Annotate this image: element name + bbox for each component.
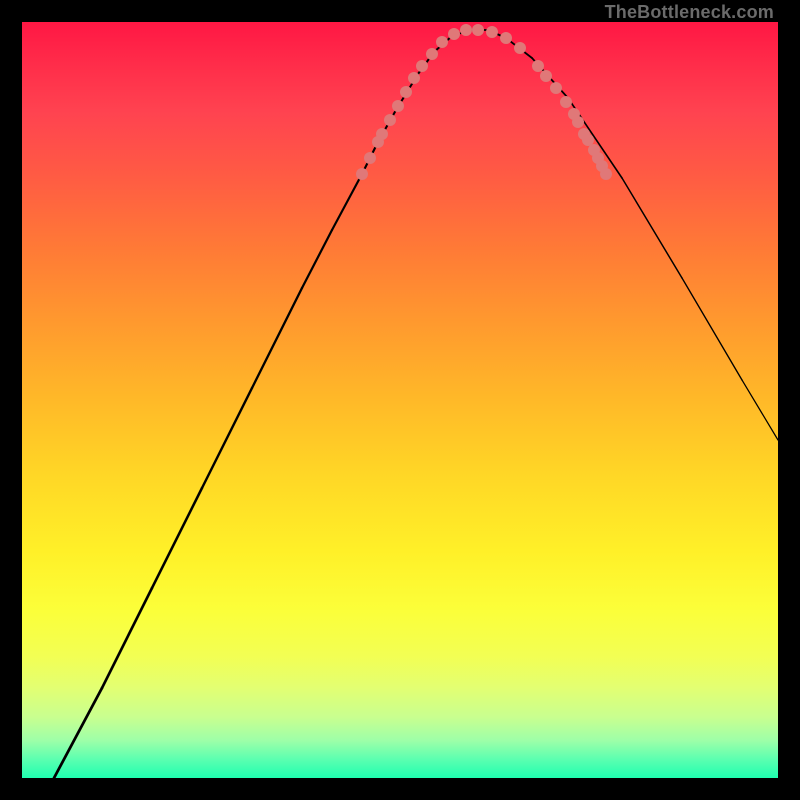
- chart-frame: TheBottleneck.com: [0, 0, 800, 800]
- highlight-dots: [356, 24, 612, 180]
- bottleneck-curve: [54, 30, 778, 778]
- attribution-watermark: TheBottleneck.com: [605, 2, 774, 23]
- chart-svg: [22, 22, 778, 778]
- plot-area: [22, 22, 778, 778]
